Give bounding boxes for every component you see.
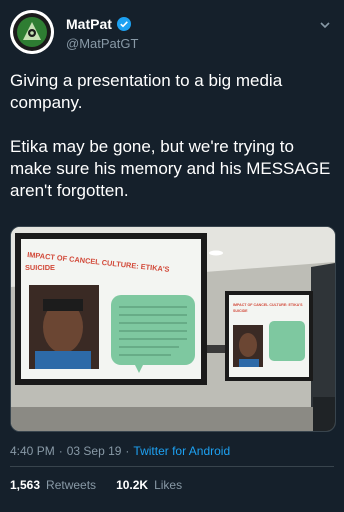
- retweets-label[interactable]: Retweets: [46, 478, 96, 492]
- separator-dot: ·: [125, 444, 130, 458]
- presentation-photo: IMPACT OF CANCEL CULTURE: ETIKA'S SUICID…: [11, 227, 335, 431]
- separator-dot: ·: [58, 444, 63, 458]
- tweet-metadata: 4:40 PM · 03 Sep 19 · Twitter for Androi…: [10, 444, 230, 458]
- avatar[interactable]: [10, 10, 54, 54]
- right-slide-title: SUICIDE: [233, 309, 248, 313]
- tweet-text: Giving a presentation to a big media com…: [10, 70, 332, 224]
- tweet-paragraph: Giving a presentation to a big media com…: [10, 71, 283, 112]
- display-name[interactable]: MatPat: [66, 16, 112, 32]
- tweet-date[interactable]: 03 Sep 19: [67, 444, 122, 458]
- game-theory-logo-icon: [10, 10, 54, 54]
- tweet-photo[interactable]: IMPACT OF CANCEL CULTURE: ETIKA'S SUICID…: [10, 226, 336, 432]
- tweet-header: MatPat @MatPatGT: [10, 10, 334, 54]
- right-slide-title: IMPACT OF CANCEL CULTURE: ETIKA'S: [233, 303, 303, 307]
- tweet-source-link[interactable]: Twitter for Android: [133, 444, 230, 458]
- likes-count[interactable]: 10.2K: [116, 478, 148, 492]
- name-row: MatPat: [66, 16, 131, 32]
- tweet-time[interactable]: 4:40 PM: [10, 444, 55, 458]
- chevron-down-icon: [320, 22, 330, 29]
- divider: [10, 466, 334, 467]
- tweet-paragraph: Etika may be gone, but we're trying to m…: [10, 137, 331, 200]
- user-handle[interactable]: @MatPatGT: [66, 36, 138, 51]
- verified-badge-icon: [116, 17, 131, 31]
- more-options-button[interactable]: [318, 18, 332, 32]
- likes-label[interactable]: Likes: [154, 478, 182, 492]
- retweets-count[interactable]: 1,563: [10, 478, 40, 492]
- tweet-stats: 1,563 Retweets 10.2K Likes: [10, 478, 182, 492]
- slide-title: SUICIDE: [25, 263, 55, 272]
